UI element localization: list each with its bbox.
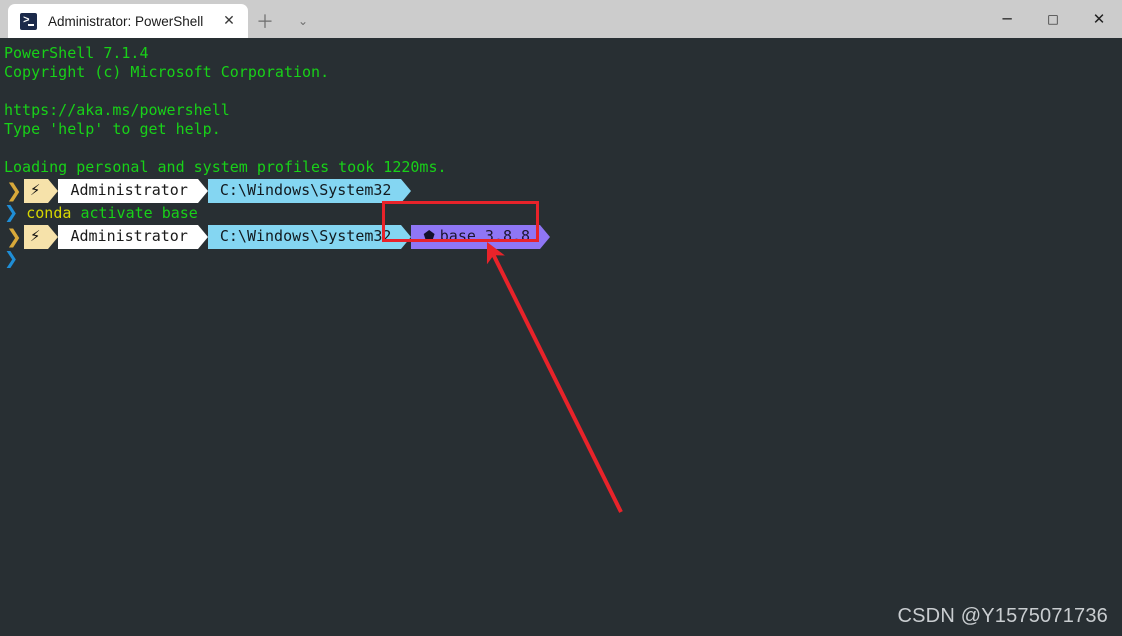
terminal-output[interactable]: PowerShell 7.1.4 Copyright (c) Microsoft…	[0, 38, 1122, 636]
minimize-button[interactable]: ─	[984, 2, 1030, 36]
prompt-lead-chevron-icon: ❯	[6, 225, 22, 248]
powershell-window: Administrator: PowerShell ✕ ＋ ⌄ ─ □ ✕ Po…	[0, 0, 1122, 636]
command-line: ❯ conda activate base	[4, 204, 1122, 223]
output-line: Type 'help' to get help.	[4, 120, 221, 138]
command-args: activate base	[80, 204, 198, 222]
prompt-segment-path: C:\Windows\System32	[207, 224, 402, 249]
watermark: CSDN @Y1575071736	[897, 605, 1108, 627]
segment-separator-icon	[48, 178, 59, 203]
tab-title: Administrator: PowerShell	[48, 13, 204, 29]
close-icon[interactable]: ✕	[216, 8, 242, 34]
prompt-segment-user: Administrator	[58, 178, 198, 203]
prompt-line-2: ❯ ⚡ Administrator C:\Windows\System32 ⬟ …	[4, 223, 1122, 250]
conda-env-label: base 3.8.8	[439, 227, 531, 245]
segment-separator-icon	[197, 178, 208, 203]
window-controls: ─ □ ✕	[984, 0, 1122, 38]
prompt-line-1: ❯ ⚡ Administrator C:\Windows\System32	[4, 177, 1122, 204]
segment-separator-icon	[540, 224, 551, 249]
chevron-down-icon[interactable]: ⌄	[286, 4, 320, 38]
new-tab-button[interactable]: ＋	[248, 4, 282, 38]
prompt-lead-chevron-icon: ❯	[6, 179, 22, 202]
prompt-segment-conda-env: ⬟ base 3.8.8	[411, 224, 541, 249]
output-line: PowerShell 7.1.4	[4, 44, 149, 62]
close-window-button[interactable]: ✕	[1076, 2, 1122, 36]
command-word-conda: conda	[26, 204, 72, 222]
segment-separator-icon	[401, 178, 412, 203]
prompt-segment-user: Administrator	[58, 224, 198, 249]
lightning-bolt-icon: ⚡	[29, 227, 41, 245]
maximize-button[interactable]: □	[1030, 2, 1076, 36]
prompt-segment-admin-bolt: ⚡	[23, 178, 49, 203]
command-chevron-icon: ❯	[4, 203, 19, 223]
segment-separator-icon	[48, 224, 59, 249]
tab-strip: Administrator: PowerShell ✕ ＋ ⌄	[0, 0, 320, 38]
output-line-profiles: Loading personal and system profiles too…	[4, 158, 447, 176]
prompt-segment-path: C:\Windows\System32	[207, 178, 402, 203]
segment-separator-icon	[401, 224, 412, 249]
output-line: Copyright (c) Microsoft Corporation.	[4, 63, 330, 81]
output-line-url: https://aka.ms/powershell	[4, 101, 230, 119]
conda-icon: ⬟	[423, 229, 435, 244]
prompt-segment-admin-bolt: ⚡	[23, 224, 49, 249]
tab-powershell[interactable]: Administrator: PowerShell ✕	[8, 4, 248, 38]
powershell-icon	[20, 12, 37, 30]
input-prompt-line[interactable]: ❯	[4, 250, 1122, 269]
segment-separator-icon	[197, 224, 208, 249]
input-chevron-icon: ❯	[4, 249, 19, 269]
lightning-bolt-icon: ⚡	[29, 181, 41, 199]
title-bar: Administrator: PowerShell ✕ ＋ ⌄ ─ □ ✕	[0, 0, 1122, 38]
